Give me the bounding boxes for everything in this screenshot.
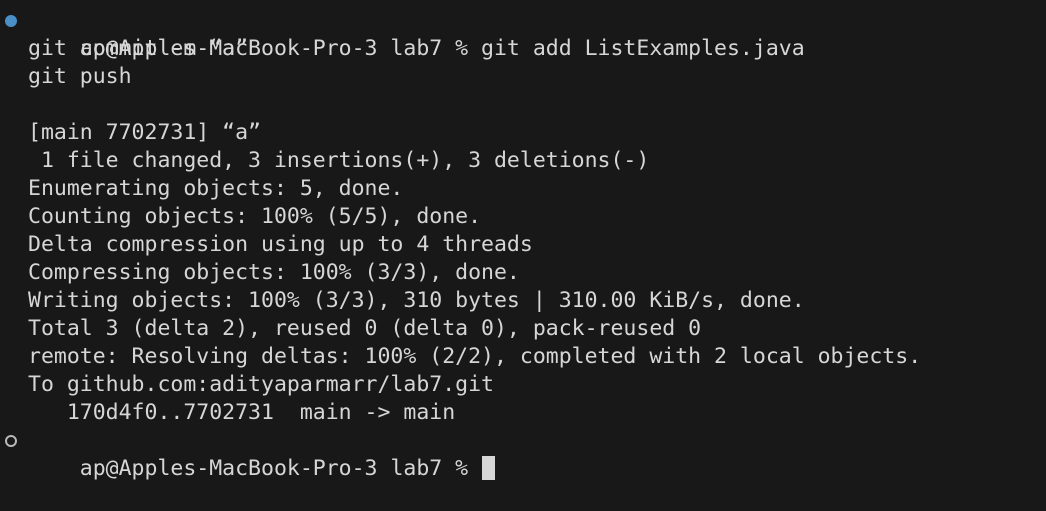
terminal-line: Delta compression using up to 4 threads — [28, 232, 533, 257]
terminal-window[interactable]: ap@Apples-MacBook-Pro-3 lab7 % git add L… — [0, 0, 1046, 481]
prompt-line[interactable]: ap@Apples-MacBook-Pro-3 lab7 % — [0, 427, 1046, 481]
terminal-line: Compressing objects: 100% (3/3), done. — [28, 260, 520, 285]
terminal-line: Counting objects: 100% (5/5), done. — [28, 204, 482, 229]
terminal-line: ap@Apples-MacBook-Pro-3 lab7 % git add L… — [0, 7, 1046, 61]
command-mark-hollow-icon — [5, 435, 17, 447]
terminal-line: remote: Resolving deltas: 100% (2/2), co… — [28, 344, 922, 369]
terminal-line: Writing objects: 100% (3/3), 310 bytes |… — [28, 288, 805, 313]
terminal-line: 170d4f0..7702731 main -> main — [28, 400, 456, 425]
text-cursor[interactable] — [482, 456, 496, 480]
terminal-line: git commit -m “a” — [28, 36, 249, 61]
terminal-line: [main 7702731] “a” — [28, 120, 261, 145]
terminal-line: To github.com:adityaparmarr/lab7.git — [28, 372, 494, 397]
shell-prompt: ap@Apples-MacBook-Pro-3 lab7 % — [79, 456, 482, 481]
terminal-line: 1 file changed, 3 insertions(+), 3 delet… — [28, 148, 650, 173]
terminal-line: Total 3 (delta 2), reused 0 (delta 0), p… — [28, 316, 702, 341]
terminal-line: Enumerating objects: 5, done. — [28, 176, 404, 201]
command-mark-filled-icon — [5, 15, 17, 27]
terminal-line: git push — [28, 64, 132, 89]
